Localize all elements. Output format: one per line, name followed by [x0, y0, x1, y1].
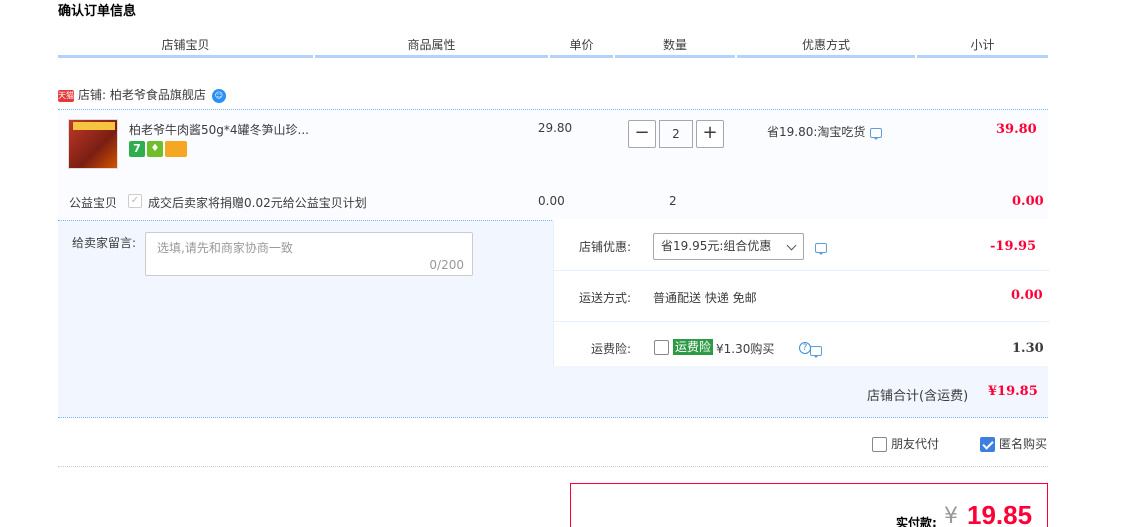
friend-pay-checkbox[interactable]: [872, 437, 887, 452]
shop-total-label: 店铺合计(含运费): [867, 389, 969, 404]
insurance-price: ¥1.30购买: [716, 342, 775, 356]
friend-pay-label: 朋友代付: [891, 437, 940, 451]
insurance-amount: 1.30: [1012, 341, 1044, 356]
insurance-label: 运费险:: [590, 342, 631, 356]
anonymous-option[interactable]: 匿名购买: [980, 435, 1047, 452]
item-subtotal: 39.80: [996, 122, 1037, 137]
comment-icon[interactable]: [809, 345, 822, 358]
item-promo: 省19.80:淘宝吃货: [767, 123, 883, 140]
payment-amount: 19.85: [967, 500, 1033, 527]
shop-discount-label: 店铺优惠:: [578, 240, 631, 254]
charity-quantity: 2: [669, 194, 677, 208]
shop-discount-amount: -19.95: [990, 239, 1037, 254]
insurance-checkbox[interactable]: [654, 340, 669, 355]
help-icon[interactable]: ?: [799, 342, 811, 354]
shop-line: 天猫 店铺: 柏老爷食品旗舰店 ☺: [58, 86, 226, 106]
payment-summary: 实付款: ¥ 19.85: [570, 483, 1048, 527]
col-header-price: 单价: [550, 36, 613, 58]
payment-currency: ¥: [944, 504, 958, 527]
charity-label: 公益宝贝: [69, 196, 118, 210]
col-header-attrs: 商品属性: [315, 36, 548, 58]
product-thumbnail[interactable]: [68, 119, 118, 169]
comment-icon[interactable]: [870, 127, 883, 140]
tmall-badge-icon: 天猫: [58, 89, 74, 102]
shop-discount-value: 省19.95元:组合优惠: [661, 239, 772, 253]
shipping-amount: 0.00: [1011, 288, 1043, 303]
seven-day-return-icon[interactable]: 7: [129, 141, 145, 157]
col-header-item: 店铺宝贝: [58, 36, 313, 58]
service-icons: 7 ♦: [129, 141, 189, 157]
col-header-subtotal: 小计: [917, 36, 1048, 58]
increase-button[interactable]: +: [696, 120, 724, 148]
shop-total-amount: ¥19.85: [988, 384, 1038, 399]
wangwang-icon[interactable]: ☺: [211, 88, 226, 103]
payment-label: 实付款:: [896, 516, 937, 527]
unit-price: 29.80: [537, 121, 573, 135]
shop-name[interactable]: 店铺: 柏老爷食品旗舰店: [78, 88, 206, 102]
charity-text: 成交后卖家将捐赠0.02元给公益宝贝计划: [148, 196, 367, 210]
divider: [58, 466, 1048, 467]
col-header-promo: 优惠方式: [737, 36, 915, 58]
charity-checkbox: ✓: [128, 194, 142, 208]
friend-pay-option[interactable]: 朋友代付: [872, 435, 939, 452]
seller-message-input[interactable]: 选填,请先和商家协商一致 0/200: [145, 232, 473, 276]
charity-subtotal: 0.00: [1012, 194, 1044, 209]
decrease-button[interactable]: −: [628, 120, 656, 148]
charity-price: 0.00: [538, 194, 565, 208]
guarantee-icon[interactable]: ♦: [147, 141, 163, 157]
table-header: 店铺宝贝 商品属性 单价 数量 优惠方式 小计: [58, 36, 1048, 58]
comment-icon[interactable]: [815, 242, 827, 255]
item-promo-text: 省19.80:淘宝吃货: [767, 125, 866, 139]
anonymous-checkbox[interactable]: [980, 437, 995, 452]
chevron-down-icon: [786, 240, 797, 251]
shop-discount-select[interactable]: 省19.95元:组合优惠: [653, 233, 804, 260]
message-label: 给卖家留言:: [72, 236, 137, 250]
card-payment-icon[interactable]: [165, 141, 187, 157]
shipping-label: 运送方式:: [578, 291, 631, 305]
message-placeholder: 选填,请先和商家协商一致: [157, 241, 293, 255]
item-title[interactable]: 柏老爷牛肉酱50g*4罐冬笋山珍...: [129, 121, 329, 138]
quantity-input[interactable]: 2: [659, 120, 693, 148]
insurance-tag: 运费险: [673, 339, 714, 355]
message-count: 0/200: [429, 258, 464, 272]
anonymous-label: 匿名购买: [999, 437, 1048, 451]
col-header-qty: 数量: [615, 36, 735, 58]
shipping-method: 普通配送 快递 免邮: [653, 291, 757, 305]
page-title: 确认订单信息: [58, 4, 137, 19]
